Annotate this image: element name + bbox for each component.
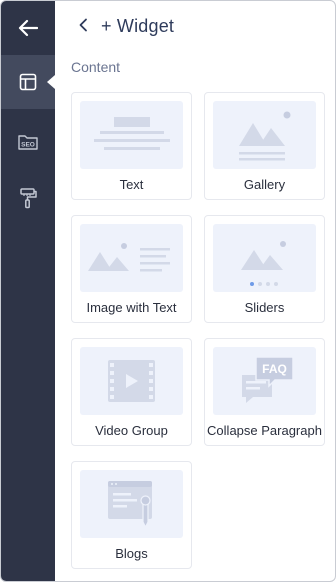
widget-panel: SEO + Widget Content Text Gallery Image … (0, 0, 336, 582)
layout-icon (19, 73, 37, 91)
arrow-left-icon (18, 19, 38, 37)
widget-card-gallery[interactable]: Gallery (204, 92, 325, 200)
widget-card-label: Video Group (95, 423, 168, 438)
section-label-content: Content (71, 59, 121, 75)
widget-card-label: Gallery (243, 177, 286, 192)
widget-card-label: Text (119, 177, 144, 192)
header-back-button[interactable] (75, 17, 91, 37)
sidebar-item-seo[interactable]: SEO (1, 115, 55, 169)
sidebar-item-theme[interactable] (1, 171, 55, 225)
widget-card-label: Blogs (115, 546, 148, 561)
video-group-widget-icon (80, 347, 183, 415)
widget-card-blogs[interactable]: Blogs (71, 461, 192, 569)
seo-icon-text: SEO (21, 142, 35, 149)
sliders-widget-icon (213, 224, 316, 292)
sidebar: SEO (1, 1, 55, 581)
widget-card-collapse-paragraph[interactable]: FAQ Collapse Paragraph (204, 338, 325, 446)
panel-header: + Widget (55, 1, 335, 53)
widget-card-image-with-text[interactable]: Image with Text (71, 215, 192, 323)
gallery-widget-icon (213, 101, 316, 169)
widget-card-label: Sliders (244, 300, 285, 315)
widget-card-text[interactable]: Text (71, 92, 192, 200)
widget-card-label: Image with Text (86, 300, 177, 315)
collapse-paragraph-widget-icon: FAQ (213, 347, 316, 415)
widget-card-video-group[interactable]: Video Group (71, 338, 192, 446)
seo-icon: SEO (17, 133, 39, 151)
text-widget-icon (80, 101, 183, 169)
widget-card-sliders[interactable]: Sliders (204, 215, 325, 323)
page-title: + Widget (101, 16, 175, 36)
paint-roller-icon (19, 187, 37, 209)
sidebar-back-button[interactable] (1, 1, 55, 55)
faq-badge-text: FAQ (262, 362, 287, 376)
blogs-widget-icon (80, 470, 183, 538)
image-with-text-widget-icon (80, 224, 183, 292)
chevron-left-icon (78, 18, 88, 37)
widget-card-label: Collapse Paragraph (207, 423, 322, 438)
sidebar-item-layout[interactable] (1, 55, 55, 109)
